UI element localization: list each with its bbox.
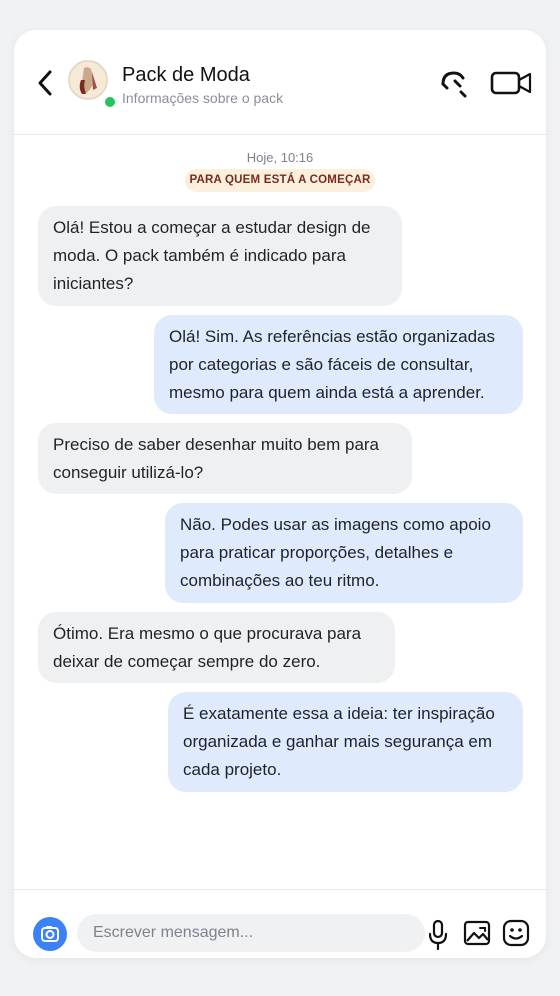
chat-subtitle[interactable]: Informações sobre o pack	[122, 90, 283, 106]
video-camera-icon[interactable]	[490, 70, 532, 96]
chevron-left-icon[interactable]	[34, 68, 56, 98]
image-icon[interactable]	[463, 920, 491, 946]
fashion-avatar-icon	[70, 62, 106, 98]
camera-icon	[41, 926, 59, 942]
microphone-icon[interactable]	[428, 918, 448, 952]
message-bubble-outgoing[interactable]: Olá! Sim. As referências estão organizad…	[154, 315, 523, 414]
message-bubble-outgoing[interactable]: Não. Podes usar as imagens como apoio pa…	[165, 503, 523, 603]
chat-window: Pack de Moda Informações sobre o pack Ho…	[14, 30, 546, 958]
chat-title[interactable]: Pack de Moda	[122, 64, 250, 87]
phone-icon[interactable]	[438, 68, 470, 98]
online-status-dot	[103, 95, 117, 109]
message-bubble-incoming[interactable]: Olá! Estou a começar a estudar design de…	[38, 206, 402, 306]
message-composer	[14, 889, 546, 958]
message-bubble-outgoing[interactable]: É exatamente essa a ideia: ter inspiraçã…	[168, 692, 523, 792]
chat-header: Pack de Moda Informações sobre o pack	[14, 30, 546, 135]
emoji-icon[interactable]	[501, 918, 531, 948]
message-input[interactable]	[77, 914, 425, 952]
date-separator: Hoje, 10:16	[246, 150, 314, 165]
message-bubble-incoming[interactable]: Preciso de saber desenhar muito bem para…	[38, 423, 412, 494]
avatar[interactable]	[68, 60, 108, 100]
camera-button[interactable]	[33, 917, 67, 951]
message-bubble-incoming[interactable]: Ótimo. Era mesmo o que procurava para de…	[38, 612, 395, 683]
topic-badge: PARA QUEM ESTÁ A COMEÇAR	[185, 169, 375, 192]
